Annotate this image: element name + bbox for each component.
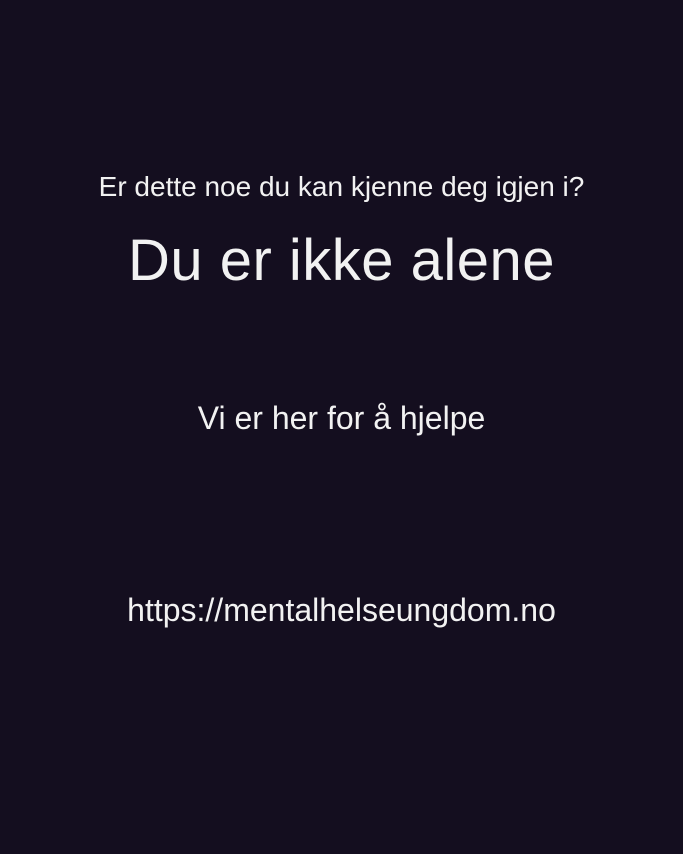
help-text: Vi er her for å hjelpe bbox=[197, 400, 486, 436]
question-text: Er dette noe du kan kjenne deg igjen i? bbox=[98, 171, 585, 202]
website-url: https://mentalhelseungdom.no bbox=[127, 592, 556, 628]
headline-text: Du er ikke alene bbox=[127, 228, 556, 293]
message-screen: Er dette noe du kan kjenne deg igjen i? … bbox=[0, 0, 683, 854]
